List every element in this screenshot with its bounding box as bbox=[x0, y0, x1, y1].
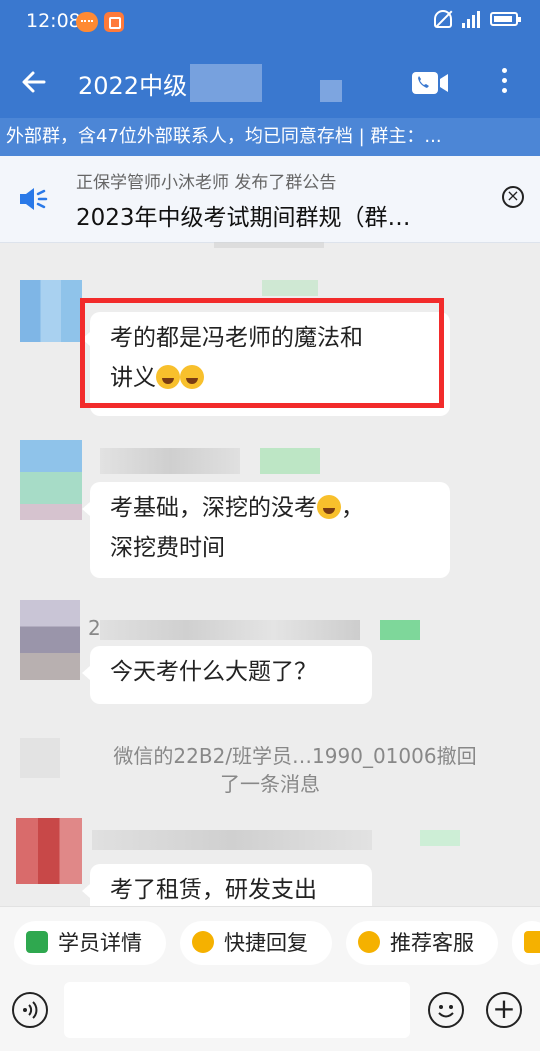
quick-reply-button[interactable]: 快捷回复 bbox=[180, 921, 332, 965]
redacted-name bbox=[100, 620, 360, 640]
laughing-emoji-icon bbox=[317, 495, 341, 519]
notification-app-icon bbox=[76, 12, 98, 32]
avatar[interactable] bbox=[20, 600, 80, 680]
sender-name: 2 bbox=[88, 616, 101, 640]
add-attachment-icon[interactable]: + bbox=[486, 992, 522, 1028]
document-icon bbox=[524, 931, 540, 953]
close-announcement-icon[interactable]: × bbox=[502, 186, 524, 208]
redacted-text bbox=[214, 242, 324, 248]
message-input[interactable] bbox=[64, 982, 410, 1038]
chat-messages[interactable]: 考的都是冯老师的魔法和 讲义 考基础，深挖的没考， 深挖费时间 2 今天考什么大… bbox=[0, 242, 540, 906]
user-icon bbox=[26, 931, 48, 953]
mute-icon bbox=[434, 10, 452, 28]
quick-reply-icon bbox=[192, 931, 214, 953]
avatar[interactable] bbox=[16, 818, 82, 884]
announcement-publisher: 正保学管师小沐老师 发布了群公告 bbox=[76, 173, 337, 193]
video-call-icon[interactable] bbox=[410, 68, 450, 98]
emoji-icon[interactable] bbox=[428, 992, 464, 1028]
student-details-button[interactable]: 学员详情 bbox=[14, 921, 166, 965]
service-icon bbox=[358, 931, 380, 953]
redacted-block bbox=[190, 64, 262, 102]
speaker-icon bbox=[20, 188, 48, 210]
battery-icon bbox=[490, 12, 521, 26]
message-text: 深挖费时间 bbox=[110, 535, 225, 561]
avatar[interactable] bbox=[20, 280, 82, 342]
group-announcement[interactable]: 正保学管师小沐老师 发布了群公告 2023年中级考试期间群规（群… bbox=[0, 156, 540, 243]
back-arrow-icon[interactable] bbox=[18, 66, 50, 98]
redacted-name bbox=[100, 448, 240, 474]
message-input-bar: + bbox=[0, 974, 540, 1051]
redacted-name bbox=[380, 620, 420, 640]
chat-title: 2022中级 bbox=[78, 72, 188, 100]
redacted-name bbox=[260, 448, 320, 474]
redacted-name bbox=[262, 280, 318, 296]
signal-icon bbox=[460, 10, 482, 28]
announcement-text: 2023年中级考试期间群规（群… bbox=[76, 205, 411, 231]
message-bubble[interactable]: 今天考什么大题了？ bbox=[82, 646, 372, 704]
system-message: 微信的22B2/班学员…1990_01006撤回 了一条消息 bbox=[113, 744, 477, 796]
more-quick-actions-button[interactable] bbox=[512, 921, 540, 965]
redacted-name bbox=[420, 830, 460, 846]
redacted-block bbox=[320, 80, 342, 102]
message-text: 今天考什么大题了？ bbox=[110, 659, 317, 685]
chat-header: 2022中级 bbox=[0, 44, 540, 118]
recommend-service-button[interactable]: 推荐客服 bbox=[346, 921, 498, 965]
message-bubble[interactable]: 考了租赁，研发支出 bbox=[82, 864, 372, 906]
status-time: 12:08 bbox=[26, 10, 81, 32]
highlight-box bbox=[80, 298, 444, 408]
notification-app-icon-2 bbox=[104, 12, 124, 32]
voice-input-icon[interactable] bbox=[12, 992, 48, 1028]
avatar[interactable] bbox=[20, 440, 82, 520]
quick-action-bar: 学员详情 快捷回复 推荐客服 bbox=[0, 906, 540, 975]
more-options-icon[interactable] bbox=[494, 64, 514, 100]
group-info-banner[interactable]: 外部群，含47位外部联系人，均已同意存档 | 群主：... bbox=[0, 118, 540, 156]
message-text: 考了租赁，研发支出 bbox=[110, 877, 317, 903]
message-text: 考基础，深挖的没考 bbox=[110, 495, 317, 521]
status-bar: 12:08 bbox=[0, 0, 540, 44]
redacted-name bbox=[92, 830, 372, 850]
message-bubble[interactable]: 考基础，深挖的没考， 深挖费时间 bbox=[82, 482, 450, 578]
